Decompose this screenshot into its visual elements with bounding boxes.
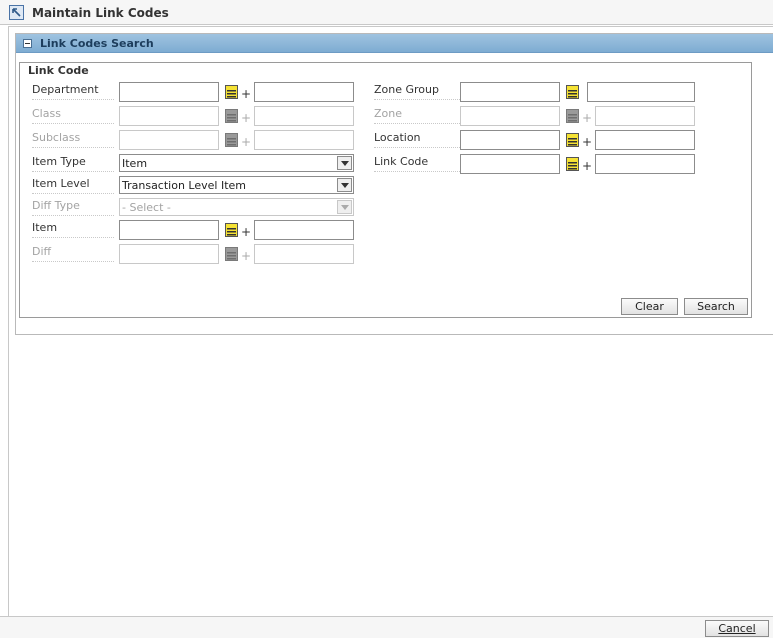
- item-type-value: Item: [122, 157, 148, 170]
- page-title: Maintain Link Codes: [32, 6, 169, 20]
- item-plus: +: [241, 225, 252, 239]
- clear-button[interactable]: Clear: [621, 298, 678, 315]
- cancel-button[interactable]: Cancel: [705, 620, 769, 637]
- subclass-to-input[interactable]: [254, 130, 354, 150]
- item-level-select[interactable]: Transaction Level Item: [119, 176, 354, 194]
- class-to-input[interactable]: [254, 106, 354, 126]
- diff-type-value: - Select -: [122, 201, 171, 214]
- subclass-input[interactable]: [119, 130, 219, 150]
- class-lookup-icon[interactable]: [225, 109, 238, 123]
- location-input[interactable]: [460, 130, 560, 150]
- chevron-down-icon[interactable]: [337, 178, 352, 192]
- link-code-lookup-icon[interactable]: [566, 157, 579, 171]
- content-area: Link Codes Search Link Code Department +…: [8, 26, 773, 616]
- item-level-value: Transaction Level Item: [122, 179, 246, 192]
- diff-label: Diff: [32, 245, 114, 262]
- collapse-icon[interactable]: [23, 39, 32, 48]
- diff-input[interactable]: [119, 244, 219, 264]
- diff-lookup-icon[interactable]: [225, 247, 238, 261]
- diff-to-input[interactable]: [254, 244, 354, 264]
- link-code-plus: +: [582, 159, 593, 173]
- panel-title: Link Codes Search: [40, 37, 154, 50]
- subclass-plus: +: [241, 135, 252, 149]
- zone-lookup-icon[interactable]: [566, 109, 579, 123]
- zone-plus: +: [582, 111, 593, 125]
- search-button[interactable]: Search: [684, 298, 748, 315]
- zone-input[interactable]: [460, 106, 560, 126]
- department-lookup-icon[interactable]: [225, 85, 238, 99]
- item-level-label: Item Level: [32, 177, 114, 194]
- zone-group-to-input[interactable]: [587, 82, 695, 102]
- fieldset-legend: Link Code: [26, 64, 91, 77]
- footer-bar: Cancel: [0, 616, 773, 638]
- diff-type-label: Diff Type: [32, 199, 114, 216]
- class-plus: +: [241, 111, 252, 125]
- chevron-down-icon[interactable]: [337, 200, 352, 214]
- zone-group-input[interactable]: [460, 82, 560, 102]
- item-type-label: Item Type: [32, 155, 114, 172]
- item-label: Item: [32, 221, 114, 238]
- link-code-input[interactable]: [460, 154, 560, 174]
- department-to-input[interactable]: [254, 82, 354, 102]
- item-lookup-icon[interactable]: [225, 223, 238, 237]
- zone-group-label: Zone Group: [374, 83, 460, 100]
- diff-plus: +: [241, 249, 252, 263]
- navigate-back-icon[interactable]: [9, 5, 24, 20]
- department-label: Department: [32, 83, 114, 100]
- chevron-down-icon[interactable]: [337, 156, 352, 170]
- location-plus: +: [582, 135, 593, 149]
- link-code-to-input[interactable]: [595, 154, 695, 174]
- diff-type-select[interactable]: - Select -: [119, 198, 354, 216]
- subclass-lookup-icon[interactable]: [225, 133, 238, 147]
- title-bar: Maintain Link Codes: [0, 0, 773, 25]
- link-code-label: Link Code: [374, 155, 460, 172]
- zone-label: Zone: [374, 107, 460, 124]
- department-plus: +: [241, 87, 252, 101]
- class-label: Class: [32, 107, 114, 124]
- subclass-label: Subclass: [32, 131, 114, 148]
- zone-to-input[interactable]: [595, 106, 695, 126]
- location-lookup-icon[interactable]: [566, 133, 579, 147]
- item-input[interactable]: [119, 220, 219, 240]
- location-label: Location: [374, 131, 460, 148]
- zone-group-lookup-icon[interactable]: [566, 85, 579, 99]
- panel-header: Link Codes Search: [16, 34, 773, 53]
- item-type-select[interactable]: Item: [119, 154, 354, 172]
- class-input[interactable]: [119, 106, 219, 126]
- department-input[interactable]: [119, 82, 219, 102]
- location-to-input[interactable]: [595, 130, 695, 150]
- item-to-input[interactable]: [254, 220, 354, 240]
